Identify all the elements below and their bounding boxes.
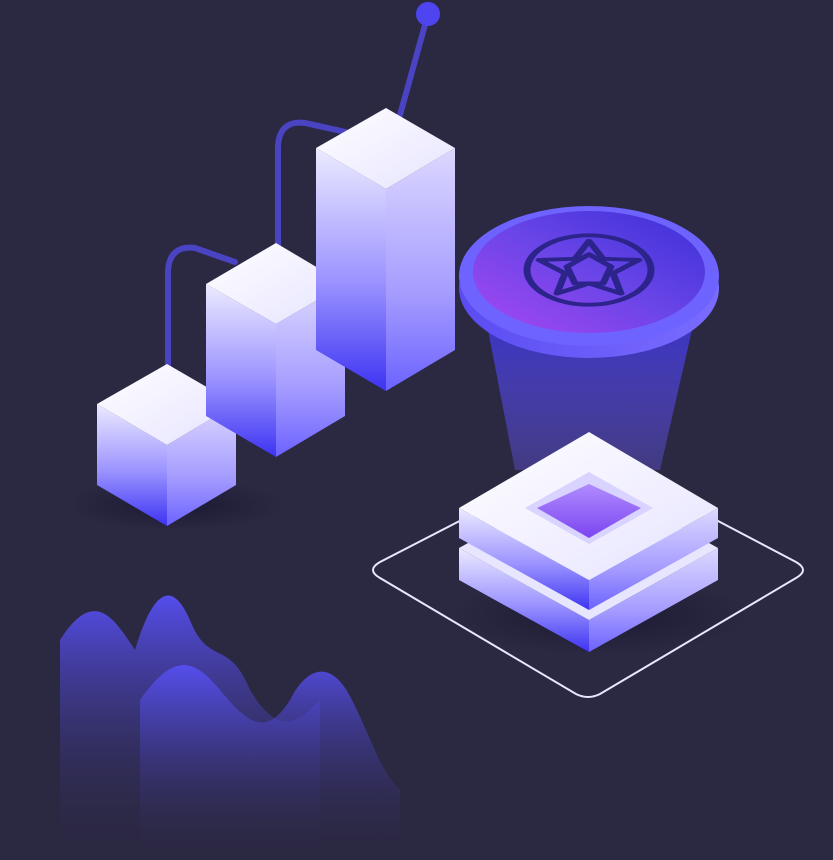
- token-coin: [459, 206, 719, 358]
- bar-tall: [316, 108, 455, 391]
- wave-graphic: [60, 595, 400, 860]
- trend-line-endpoint: [416, 2, 440, 26]
- isometric-illustration: [60, 2, 804, 860]
